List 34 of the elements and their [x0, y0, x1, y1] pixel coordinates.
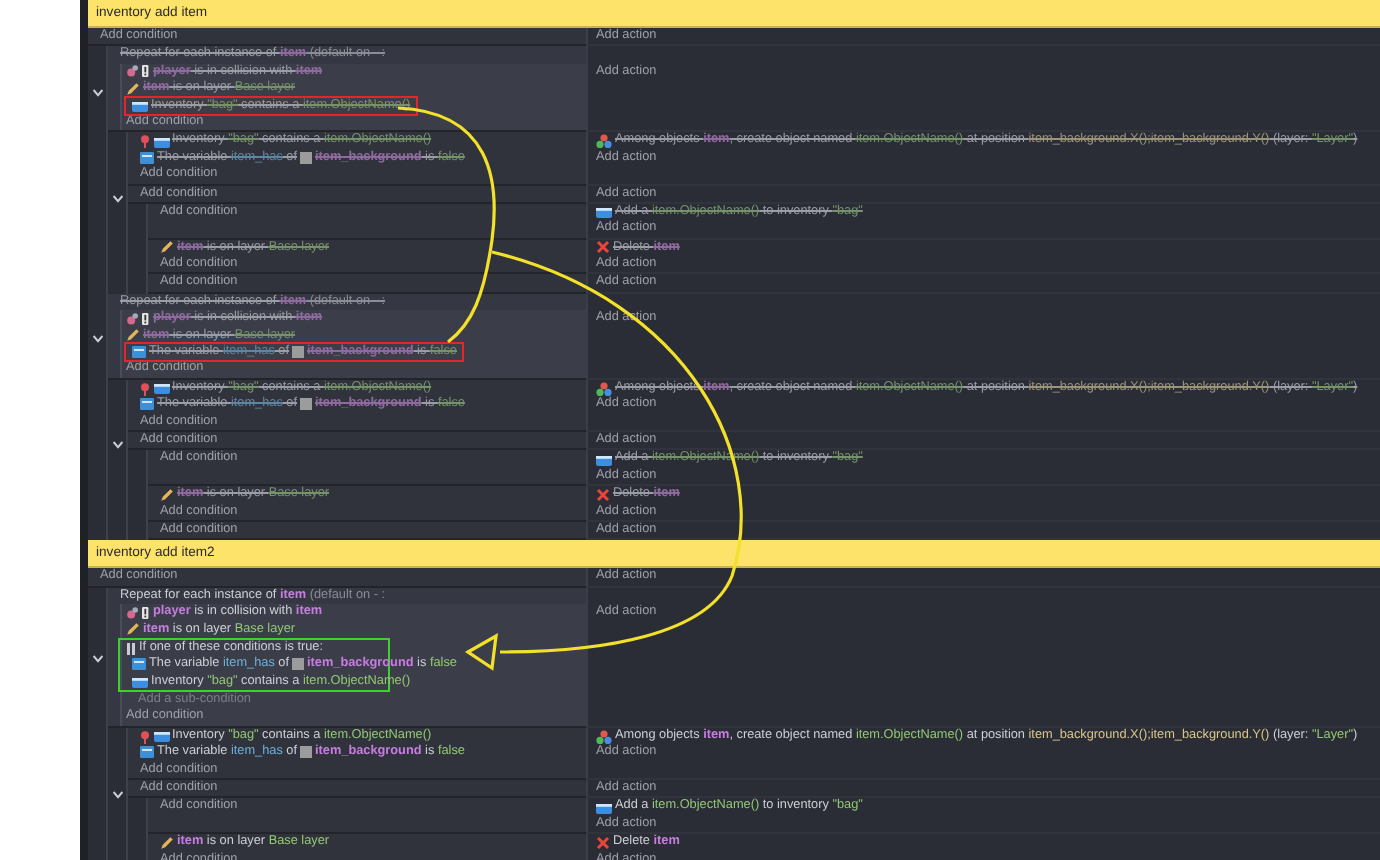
shapes-icon — [596, 729, 612, 744]
pencil-icon — [160, 835, 174, 850]
marker-icon — [140, 729, 150, 744]
cross-icon — [596, 835, 610, 850]
tray-icon — [596, 801, 612, 814]
marker-icon — [140, 381, 150, 395]
chevron-icon[interactable] — [92, 654, 104, 665]
tray-icon — [132, 675, 148, 688]
pencil-icon — [126, 622, 140, 637]
chevron-icon[interactable] — [112, 789, 124, 800]
collision-icon — [126, 605, 150, 620]
panel-icon — [132, 658, 146, 671]
pencil-icon — [126, 81, 140, 96]
collision-icon — [126, 64, 150, 79]
panel-icon — [140, 746, 154, 759]
tray-icon — [153, 730, 169, 743]
cross-icon — [596, 487, 610, 502]
collision-icon — [126, 311, 150, 326]
bars-icon — [126, 641, 136, 656]
pencil-icon — [160, 487, 174, 502]
tray-icon — [153, 382, 169, 394]
pencil-icon — [160, 240, 174, 255]
pencil-icon — [126, 328, 140, 343]
tray-icon — [153, 135, 169, 148]
panel-icon — [132, 346, 146, 359]
shapes-icon — [596, 381, 612, 395]
tray-icon — [596, 206, 612, 219]
panel-icon — [140, 151, 154, 164]
marker-icon — [140, 134, 150, 149]
tray-icon — [596, 453, 612, 466]
cross-icon — [596, 240, 610, 255]
panel-icon — [140, 398, 154, 411]
shapes-icon — [596, 134, 612, 149]
tray-icon — [132, 99, 148, 112]
